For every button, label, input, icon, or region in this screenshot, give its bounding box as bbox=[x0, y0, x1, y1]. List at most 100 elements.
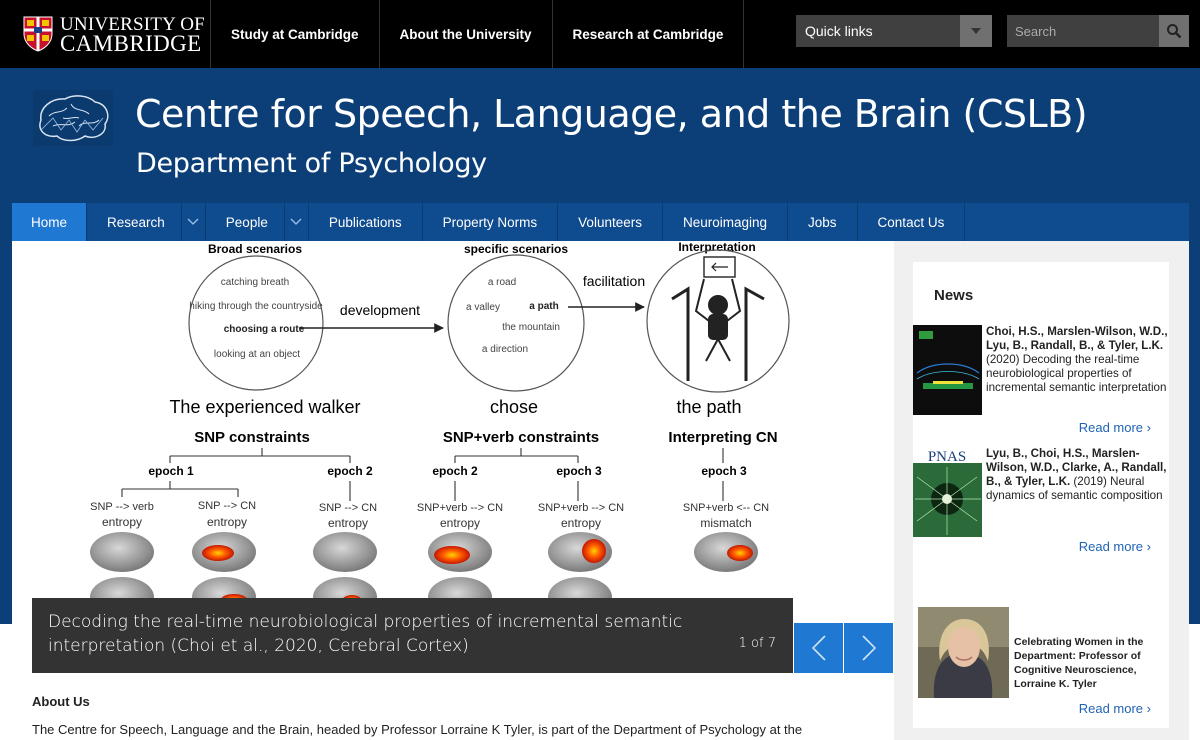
brain-logo-icon[interactable] bbox=[33, 90, 113, 146]
nav-neuroimaging[interactable]: Neuroimaging bbox=[663, 203, 789, 241]
nav-research[interactable]: Research bbox=[87, 203, 206, 241]
fig-head: Broad scenarios bbox=[208, 242, 302, 256]
site-title: Centre for Speech, Language, and the Bra… bbox=[135, 92, 1088, 136]
chevron-down-icon[interactable] bbox=[960, 15, 992, 47]
fig-measure: entropy bbox=[561, 516, 601, 530]
nav-people-label: People bbox=[225, 214, 268, 230]
read-more-label: Read more bbox=[1078, 539, 1144, 554]
fig-measure: SNP --> CN bbox=[319, 502, 377, 514]
top-bar: UNIVERSITY OF CAMBRIDGE Study at Cambrid… bbox=[0, 0, 1200, 68]
read-more-link[interactable]: Read more › bbox=[1079, 420, 1151, 435]
fig-epoch: epoch 3 bbox=[556, 464, 602, 478]
fig-epoch: epoch 3 bbox=[701, 464, 747, 478]
fig-text: looking at an object bbox=[214, 349, 300, 360]
nav-neuroimaging-label: Neuroimaging bbox=[682, 214, 768, 230]
fig-constraint: Interpreting CN bbox=[668, 429, 777, 446]
fig-measure: SNP+verb --> CN bbox=[417, 502, 503, 514]
chevron-right-icon: › bbox=[1146, 539, 1151, 554]
fig-text: catching breath bbox=[221, 277, 289, 288]
nav-property-norms[interactable]: Property Norms bbox=[423, 203, 559, 241]
top-nav: Study at Cambridge About the University … bbox=[210, 0, 745, 68]
fig-text: hiking through the countryside bbox=[189, 301, 323, 312]
fig-arrow-label: development bbox=[340, 302, 420, 318]
fig-text: a valley bbox=[466, 302, 500, 313]
about-heading: About Us bbox=[32, 694, 90, 709]
chevron-down-icon[interactable] bbox=[283, 203, 308, 241]
nav-volunteers[interactable]: Volunteers bbox=[558, 203, 663, 241]
nav-people[interactable]: People bbox=[206, 203, 309, 241]
nav-contact[interactable]: Contact Us bbox=[858, 203, 966, 241]
fig-measure: entropy bbox=[328, 516, 368, 530]
read-more-label: Read more bbox=[1078, 420, 1144, 435]
university-logo[interactable]: UNIVERSITY OF CAMBRIDGE bbox=[23, 14, 205, 56]
chevron-right-icon bbox=[861, 635, 876, 661]
fig-measure: SNP --> CN bbox=[198, 500, 256, 512]
fig-measure: SNP+verb <-- CN bbox=[683, 502, 769, 514]
news-item-title: (2020) Decoding the real-time neurobiolo… bbox=[986, 353, 1167, 394]
portrait-photo[interactable] bbox=[918, 607, 1009, 698]
news-item-text: Choi, H.S., Marslen-Wilson, W.D., Lyu, B… bbox=[986, 325, 1169, 395]
nav-jobs[interactable]: Jobs bbox=[788, 203, 858, 241]
topnav-research[interactable]: Research at Cambridge bbox=[551, 0, 745, 68]
slide-caption[interactable]: Decoding the real-time neurobiological p… bbox=[32, 598, 793, 673]
topnav-study[interactable]: Study at Cambridge bbox=[210, 0, 379, 68]
fig-measure: entropy bbox=[102, 515, 142, 529]
fig-measure: entropy bbox=[207, 515, 247, 529]
fig-head: Interpretation bbox=[678, 241, 755, 254]
nav-property-norms-label: Property Norms bbox=[442, 214, 538, 230]
search-input[interactable] bbox=[1007, 15, 1159, 47]
news-item-text: Lyu, B., Choi, H.S., Marslen-Wilson, W.D… bbox=[986, 447, 1169, 503]
slide-next-button[interactable] bbox=[844, 623, 893, 673]
fig-phrase: The experienced walker bbox=[169, 397, 360, 417]
about-text: The Centre for Speech, Language and the … bbox=[32, 722, 803, 737]
fig-epoch: epoch 2 bbox=[327, 464, 373, 478]
news-panel: News Choi, H.S., Marslen-Wilson, W.D., L… bbox=[913, 262, 1169, 728]
nav-research-label: Research bbox=[107, 214, 165, 230]
fig-measure: SNP+verb --> CN bbox=[538, 502, 624, 514]
news-item-title: Celebrating Women in the Department: Pro… bbox=[1014, 636, 1144, 690]
nav-publications-label: Publications bbox=[328, 214, 402, 230]
nav-volunteers-label: Volunteers bbox=[578, 214, 642, 230]
logo-line2: CAMBRIDGE bbox=[60, 31, 202, 56]
nav-home[interactable]: Home bbox=[12, 203, 88, 241]
journal-name: PNAS bbox=[928, 449, 966, 465]
journal-cover-thumbnail[interactable] bbox=[913, 325, 982, 415]
fig-head: specific scenarios bbox=[464, 242, 568, 256]
fig-constraint: SNP constraints bbox=[194, 429, 310, 446]
nav-publications[interactable]: Publications bbox=[309, 203, 423, 241]
fig-arrow-label: facilitation bbox=[583, 273, 645, 289]
fig-phrase: chose bbox=[490, 397, 538, 417]
journal-cover-thumbnail[interactable]: PNAS bbox=[913, 447, 982, 537]
search-icon bbox=[1167, 24, 1182, 39]
fig-text: choosing a route bbox=[224, 324, 305, 335]
read-more-link[interactable]: Read more › bbox=[1079, 539, 1151, 554]
slide-caption-text: Decoding the real-time neurobiological p… bbox=[48, 612, 683, 656]
fig-text: a path bbox=[529, 301, 558, 312]
news-heading: News bbox=[934, 287, 974, 304]
news-item-authors: Choi, H.S., Marslen-Wilson, W.D., Lyu, B… bbox=[986, 325, 1168, 352]
main-nav: Home Research People Publications Proper… bbox=[12, 203, 1189, 241]
fig-measure: SNP --> verb bbox=[90, 501, 154, 513]
fig-epoch: epoch 1 bbox=[148, 464, 194, 478]
fig-epoch: epoch 2 bbox=[432, 464, 478, 478]
fig-text: a direction bbox=[482, 344, 528, 355]
fig-measure: mismatch bbox=[700, 516, 751, 530]
search-button[interactable] bbox=[1159, 15, 1189, 47]
topnav-about[interactable]: About the University bbox=[378, 0, 552, 68]
nav-jobs-label: Jobs bbox=[808, 214, 837, 230]
chevron-down-icon[interactable] bbox=[180, 203, 205, 241]
chevron-left-icon bbox=[811, 635, 826, 661]
chevron-right-icon: › bbox=[1146, 701, 1151, 716]
quick-links-label: Quick links bbox=[805, 23, 873, 39]
quick-links-select[interactable]: Quick links bbox=[796, 15, 992, 47]
crest-icon bbox=[23, 16, 53, 52]
fig-constraint: SNP+verb constraints bbox=[443, 429, 599, 446]
slide-prev-button[interactable] bbox=[794, 623, 843, 673]
fig-phrase: the path bbox=[676, 397, 741, 417]
chevron-right-icon: › bbox=[1146, 420, 1151, 435]
read-more-link[interactable]: Read more › bbox=[1079, 701, 1151, 716]
fig-text: the mountain bbox=[502, 322, 560, 333]
nav-contact-label: Contact Us bbox=[877, 214, 945, 230]
fig-measure: entropy bbox=[440, 516, 480, 530]
read-more-label: Read more bbox=[1078, 701, 1144, 716]
